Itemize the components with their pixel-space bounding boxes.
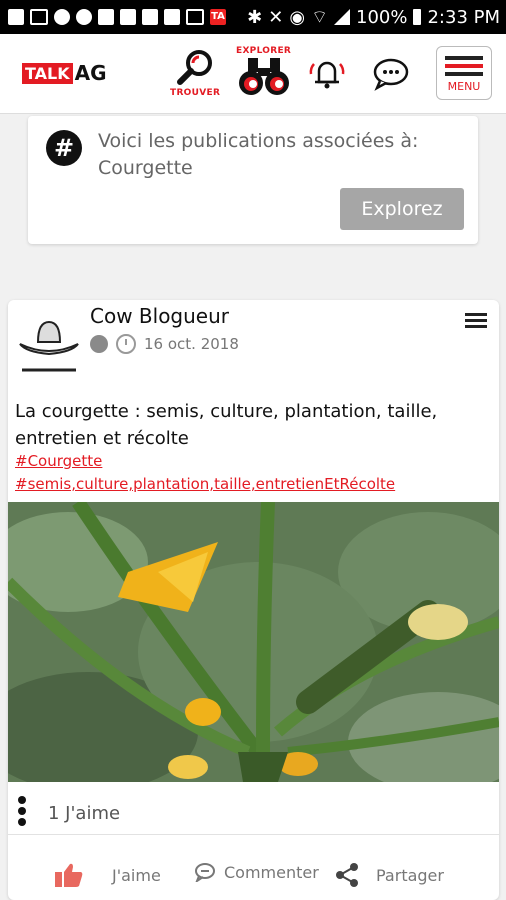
- like-label: J'aime: [112, 865, 161, 885]
- trouver-label: TROUVER: [170, 88, 221, 98]
- notifications-button[interactable]: [306, 54, 348, 94]
- mail-icon: [30, 9, 48, 25]
- battery-level: 100%: [356, 6, 408, 28]
- bell-icon: [309, 61, 345, 89]
- fire-icon-2: [76, 9, 92, 25]
- menu-label: MENU: [447, 79, 481, 93]
- search-icon: [177, 50, 213, 85]
- app-header: TALK AG TROUVER EXPLORER MENU: [0, 34, 506, 114]
- logo-ag: AG: [74, 61, 107, 85]
- thumbs-up-icon: [55, 863, 83, 887]
- post-author[interactable]: Cow Blogueur: [90, 304, 229, 328]
- comment-label: Commenter: [224, 862, 319, 882]
- post-date: 16 oct. 2018: [144, 335, 239, 353]
- chat-icon: [373, 58, 409, 91]
- mute-icon: ✕: [268, 6, 284, 28]
- messages-button[interactable]: [372, 56, 410, 92]
- hashtag-link[interactable]: #semis,culture,plantation,taille,entreti…: [15, 475, 395, 493]
- app-icon: [98, 9, 114, 25]
- post-card: Cow Blogueur 16 oct. 2018 La courgette :…: [8, 300, 499, 900]
- clock: 2:33 PM: [427, 6, 500, 28]
- hamburger-line: [445, 71, 483, 76]
- post-meta: 16 oct. 2018: [90, 334, 239, 354]
- post-options-icon[interactable]: [465, 310, 487, 331]
- battery-icon: [413, 9, 422, 25]
- explorer-button[interactable]: EXPLORER: [236, 46, 291, 98]
- bluetooth-icon: ✱: [247, 6, 263, 28]
- facebook-icon: [142, 9, 158, 25]
- share-icon: [336, 863, 358, 887]
- explore-button[interactable]: Explorez: [340, 188, 464, 230]
- post-image[interactable]: [8, 502, 499, 782]
- clock-icon: [116, 334, 136, 354]
- notification-icons: TA: [8, 9, 226, 25]
- avatar[interactable]: [16, 312, 82, 374]
- talkag-logo[interactable]: TALK AG: [22, 61, 107, 85]
- explorer-label: EXPLORER: [236, 46, 292, 56]
- wifi-icon: ⌔: [311, 6, 328, 28]
- signal-icon: [334, 9, 350, 25]
- system-icons: ✱ ✕ ◉ ⌔ 100% 2:33 PM: [247, 6, 500, 29]
- status-bar: TA ✱ ✕ ◉ ⌔ 100% 2:33 PM: [0, 0, 506, 34]
- share-label: Partager: [376, 865, 444, 885]
- globe-icon: [90, 335, 108, 353]
- hashtag-card: # Voici les publications associées à: Co…: [28, 116, 478, 244]
- more-vert-icon[interactable]: [18, 796, 28, 829]
- comment-button[interactable]: Commenter: [194, 862, 319, 882]
- hashtag-description: Voici les publications associées à: Cour…: [98, 130, 419, 179]
- like-summary: 1 J'aime: [8, 784, 499, 835]
- talkag-notif-icon: TA: [210, 9, 226, 25]
- hamburger-icon: [445, 55, 483, 60]
- sms-icon: [8, 9, 24, 25]
- comment-icon: [195, 863, 215, 882]
- menu-button[interactable]: MENU: [436, 46, 492, 100]
- post-title: La courgette : semis, culture, plantatio…: [15, 401, 438, 449]
- like-count[interactable]: 1 J'aime: [48, 803, 120, 824]
- trouver-button[interactable]: TROUVER: [170, 48, 220, 98]
- logo-talk: TALK: [22, 62, 73, 84]
- alarm-icon: ◉: [289, 6, 306, 28]
- like-button[interactable]: J'aime: [54, 862, 161, 888]
- hashtag-link[interactable]: #Courgette: [15, 452, 102, 470]
- youtube-icon: [120, 9, 136, 25]
- fire-icon: [54, 9, 70, 25]
- hamburger-line-red: [445, 63, 483, 68]
- post-actions: J'aime Commenter Partager: [8, 840, 499, 900]
- gmail-icon: [186, 9, 204, 25]
- facebook-icon-2: [164, 9, 180, 25]
- share-button[interactable]: Partager: [334, 862, 444, 888]
- hashtag-icon: #: [46, 130, 82, 166]
- binoculars-icon: [238, 58, 289, 95]
